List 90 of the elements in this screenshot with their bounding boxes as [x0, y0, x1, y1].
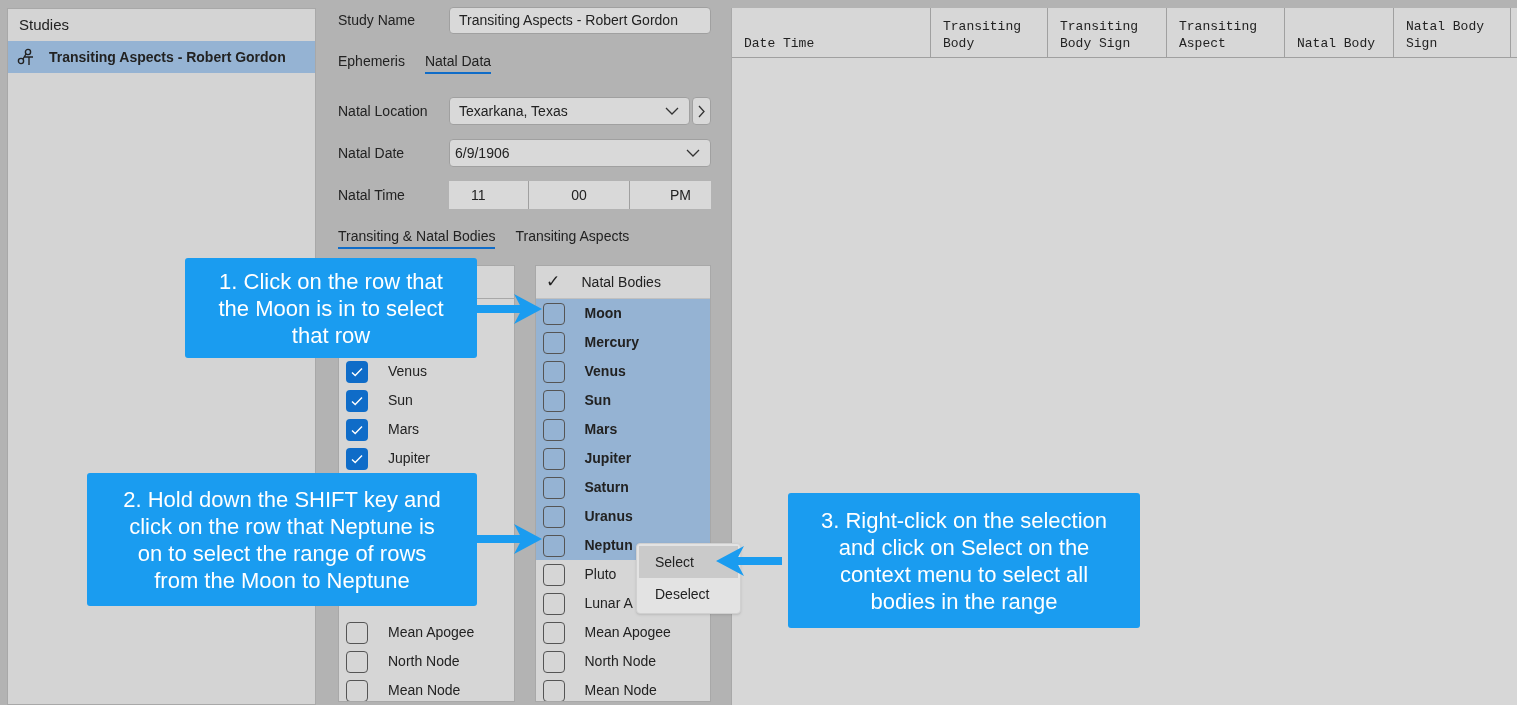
body-name: Mean Node — [584, 681, 657, 700]
column-header[interactable]: Transiting Aspect — [1167, 8, 1285, 57]
chevron-right-icon — [698, 104, 705, 118]
body-row[interactable]: Mean Apogee — [535, 618, 710, 647]
checkbox[interactable] — [346, 447, 368, 470]
ampm-field[interactable]: PM — [630, 181, 711, 209]
body-name: Sun — [584, 391, 611, 410]
body-row[interactable]: Moon — [535, 299, 710, 328]
checkbox[interactable] — [346, 418, 368, 441]
body-name: Lunar A — [584, 594, 633, 613]
arrow-icon — [476, 292, 542, 326]
tab[interactable]: Natal Data — [424, 50, 492, 74]
menu-item[interactable]: Select — [639, 546, 738, 578]
menu-item[interactable]: Deselect — [639, 578, 738, 610]
column-header: Natal Bodies — [581, 272, 661, 292]
checkbox[interactable] — [346, 389, 368, 412]
callout: 3. Right-click on the selection and click on Select on the context menu to select all bodies in the range — [788, 493, 1140, 628]
body-name: Venus — [388, 362, 427, 381]
body-name: Mean Apogee — [584, 623, 671, 642]
column-header[interactable]: Transiting Body Sign — [1048, 8, 1167, 57]
body-name: Neptun — [584, 536, 633, 555]
field-label: Study Name — [338, 11, 417, 30]
checkbox[interactable] — [346, 679, 368, 701]
chevron-down-icon — [665, 107, 679, 115]
hour-field[interactable]: 11 — [449, 181, 529, 209]
body-row[interactable]: North Node — [535, 647, 710, 676]
body-row[interactable]: Venus — [535, 357, 710, 386]
body-name: Mars — [388, 420, 420, 439]
column-header[interactable]: Natal Body — [1285, 8, 1394, 57]
checkbox[interactable] — [542, 447, 565, 470]
tab[interactable]: Transiting Aspects — [515, 225, 630, 249]
checkbox[interactable] — [542, 679, 565, 701]
checkbox[interactable] — [542, 476, 565, 499]
body-name: Moon — [584, 304, 622, 323]
body-row[interactable]: Sun — [535, 386, 710, 415]
body-name: Jupiter — [388, 449, 431, 468]
check-mark: ✓ — [545, 271, 560, 294]
body-row[interactable]: Jupiter — [535, 444, 710, 473]
tab[interactable]: Ephemeris — [338, 50, 405, 74]
body-row[interactable]: Uranus — [535, 502, 710, 531]
checkbox[interactable] — [542, 592, 565, 615]
study-name-field[interactable]: Transiting Aspects - Robert Gordon — [449, 7, 711, 34]
column-header[interactable]: Natal Body Sign — [1394, 8, 1511, 57]
checkbox[interactable] — [542, 331, 565, 354]
checkbox[interactable] — [542, 650, 565, 673]
field-label: Natal Date — [338, 143, 406, 163]
study-item[interactable]: Transiting Aspects - Robert Gordon — [8, 41, 315, 73]
body-row[interactable]: Mercury — [535, 328, 710, 357]
checkbox[interactable] — [542, 389, 565, 412]
body-name: Uranus — [584, 507, 633, 526]
body-name: Mars — [584, 420, 618, 439]
panel-title: Studies — [18, 14, 71, 35]
column-header[interactable]: Date Time — [732, 8, 931, 57]
location-dropdown[interactable]: Texarkana, Texas — [449, 97, 690, 125]
body-row[interactable]: Mars — [535, 415, 710, 444]
checkbox[interactable] — [542, 534, 565, 557]
body-name: Pluto — [584, 565, 617, 584]
checkbox[interactable] — [346, 650, 368, 673]
body-name: Saturn — [584, 478, 629, 497]
checkbox[interactable] — [542, 360, 565, 383]
chevron-down-icon — [686, 149, 700, 157]
body-name: Sun — [388, 391, 413, 410]
body-name: Jupiter — [584, 449, 632, 468]
body-name: Mean Apogee — [388, 623, 475, 642]
study-name: Transiting Aspects - Robert Gordon — [49, 47, 286, 67]
checkbox[interactable] — [346, 621, 368, 644]
body-name: North Node — [584, 652, 657, 671]
checkbox[interactable] — [542, 302, 565, 325]
date-picker[interactable]: 6/9/1906 — [449, 139, 711, 167]
body-row[interactable]: Mean Node — [535, 676, 710, 701]
callout: 1. Click on the row that the Moon is in to select that row — [185, 258, 477, 358]
arrow-icon — [716, 544, 782, 578]
field-label: Natal Location — [338, 101, 429, 121]
column-header[interactable]: Transiting Body — [931, 8, 1048, 57]
tab[interactable]: Transiting & Natal Bodies — [338, 225, 496, 249]
checkbox[interactable] — [346, 360, 368, 383]
body-name: Mean Node — [388, 681, 461, 700]
body-name: Venus — [584, 362, 626, 381]
minute-field[interactable]: 00 — [529, 181, 630, 209]
checkbox[interactable] — [542, 563, 565, 586]
next-button[interactable] — [692, 97, 711, 125]
body-row[interactable]: Saturn — [535, 473, 710, 502]
arrow-icon — [476, 522, 542, 556]
body-name: Mercury — [584, 333, 639, 352]
body-name: North Node — [388, 652, 460, 671]
checkbox[interactable] — [542, 621, 565, 644]
checkbox[interactable] — [542, 418, 565, 441]
checkbox[interactable] — [542, 505, 565, 528]
field-label: Natal Time — [338, 185, 406, 205]
callout: 2. Hold down the SHIFT key and click on the row that Neptune is on to select the range of rows from the Moon to Neptune — [87, 473, 477, 606]
